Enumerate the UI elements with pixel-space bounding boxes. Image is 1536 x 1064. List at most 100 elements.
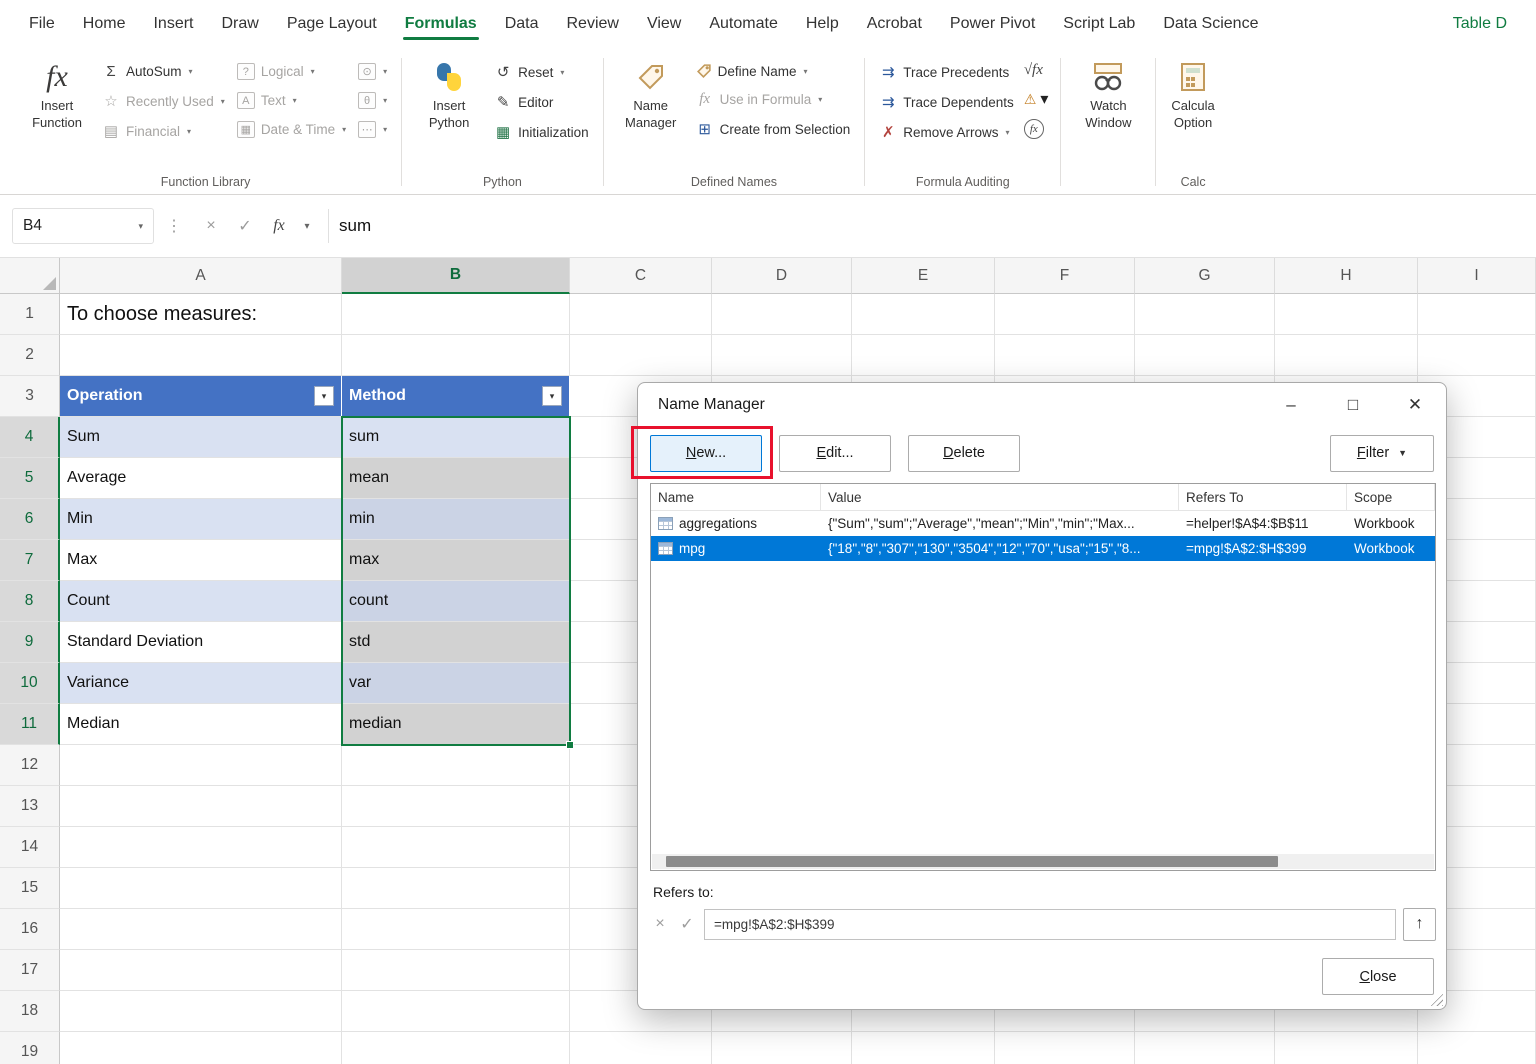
cell-a9[interactable]: Standard Deviation	[60, 622, 342, 663]
close-icon[interactable]: ✕	[1384, 383, 1446, 427]
show-formulas-button[interactable]: √fx	[1020, 57, 1053, 84]
row-header-13[interactable]: 13	[0, 786, 60, 827]
collapse-dialog-button[interactable]: ↑	[1403, 908, 1436, 941]
ribbon-tab-draw[interactable]: Draw	[208, 3, 271, 45]
cell-a16[interactable]	[60, 909, 342, 950]
cell-a4[interactable]: Sum	[60, 417, 342, 458]
cell-a7[interactable]: Max	[60, 540, 342, 581]
cell-a10[interactable]: Variance	[60, 663, 342, 704]
cell-d1[interactable]	[712, 294, 852, 335]
cell-a11[interactable]: Median	[60, 704, 342, 745]
row-header-17[interactable]: 17	[0, 950, 60, 991]
cell-b12[interactable]	[342, 745, 570, 786]
cell-b3[interactable]: Method▾	[342, 376, 570, 417]
filter-button[interactable]: ▾	[314, 386, 334, 406]
logical-button[interactable]: ? Logical ▾	[231, 57, 352, 86]
cell-b8[interactable]: count	[342, 581, 570, 622]
list-header-refers-to[interactable]: Refers To	[1179, 484, 1347, 510]
trace-dependents-button[interactable]: ⇉ Trace Dependents	[873, 87, 1020, 117]
cell-a17[interactable]	[60, 950, 342, 991]
scrollbar-thumb[interactable]	[666, 856, 1278, 867]
chevron-down-icon[interactable]: ▾	[296, 221, 318, 232]
formula-input[interactable]: sum	[339, 216, 371, 236]
lookup-reference-button[interactable]: ⊙ ▾	[352, 57, 393, 86]
error-checking-button[interactable]: ⚠ ▾	[1020, 84, 1053, 114]
text-button[interactable]: A Text ▾	[231, 86, 352, 115]
cell-b13[interactable]	[342, 786, 570, 827]
cell-a15[interactable]	[60, 868, 342, 909]
cell-f1[interactable]	[995, 294, 1135, 335]
create-from-selection-button[interactable]: ⊞ Create from Selection	[690, 114, 857, 144]
cell-h19[interactable]	[1275, 1032, 1418, 1064]
row-header-10[interactable]: 10	[0, 663, 60, 704]
cell-e19[interactable]	[852, 1032, 995, 1064]
name-box[interactable]: B4 ▾	[12, 208, 154, 244]
cell-b7[interactable]: max	[342, 540, 570, 581]
ribbon-tab-page-layout[interactable]: Page Layout	[274, 3, 390, 45]
cell-d19[interactable]	[712, 1032, 852, 1064]
list-header-scope[interactable]: Scope	[1347, 484, 1435, 510]
cell-b10[interactable]: var	[342, 663, 570, 704]
cell-b15[interactable]	[342, 868, 570, 909]
cell-a8[interactable]: Count	[60, 581, 342, 622]
row-header-16[interactable]: 16	[0, 909, 60, 950]
row-header-18[interactable]: 18	[0, 991, 60, 1032]
select-all-corner[interactable]	[0, 258, 60, 294]
cell-f2[interactable]	[995, 335, 1135, 376]
cell-b11[interactable]: median	[342, 704, 570, 745]
ribbon-tab-table-d[interactable]: Table D	[1440, 3, 1520, 45]
close-button[interactable]: Close	[1322, 958, 1434, 995]
cell-b16[interactable]	[342, 909, 570, 950]
ribbon-tab-help[interactable]: Help	[793, 3, 852, 45]
row-header-15[interactable]: 15	[0, 868, 60, 909]
column-header-c[interactable]: C	[570, 258, 712, 294]
name-manager-button[interactable]: Name Manager	[612, 54, 690, 134]
dialog-title-bar[interactable]: Name Manager – □ ✕	[638, 383, 1446, 427]
ribbon-tab-data-science[interactable]: Data Science	[1150, 3, 1271, 45]
minimize-icon[interactable]: –	[1260, 383, 1322, 427]
ribbon-tab-data[interactable]: Data	[492, 3, 552, 45]
row-header-12[interactable]: 12	[0, 745, 60, 786]
reset-button[interactable]: ↺ Reset ▾	[488, 57, 595, 87]
delete-button[interactable]: Delete	[908, 435, 1020, 472]
insert-python-button[interactable]: Insert Python	[410, 54, 488, 134]
cell-a12[interactable]	[60, 745, 342, 786]
cell-c2[interactable]	[570, 335, 712, 376]
cell-a6[interactable]: Min	[60, 499, 342, 540]
column-header-e[interactable]: E	[852, 258, 995, 294]
cell-b4[interactable]: sum	[342, 417, 570, 458]
list-header-value[interactable]: Value	[821, 484, 1179, 510]
recently-used-button[interactable]: ☆ Recently Used ▾	[96, 86, 231, 116]
ribbon-tab-review[interactable]: Review	[554, 3, 632, 45]
ribbon-tab-automate[interactable]: Automate	[696, 3, 790, 45]
insert-function-button[interactable]: fx Insert Function	[18, 54, 96, 134]
row-header-4[interactable]: 4	[0, 417, 60, 458]
ribbon-tab-power-pivot[interactable]: Power Pivot	[937, 3, 1048, 45]
cell-a3[interactable]: Operation▾	[60, 376, 342, 417]
define-name-button[interactable]: Define Name ▾	[690, 57, 857, 85]
row-header-1[interactable]: 1	[0, 294, 60, 335]
cancel-icon[interactable]: ×	[650, 915, 670, 933]
enter-formula-icon[interactable]: ✓	[228, 216, 262, 236]
name-box-dropdown-icon[interactable]: ▾	[138, 221, 143, 232]
ribbon-tab-view[interactable]: View	[634, 3, 694, 45]
column-header-b[interactable]: B	[342, 258, 570, 294]
ribbon-tab-insert[interactable]: Insert	[140, 3, 206, 45]
ribbon-tab-file[interactable]: File	[16, 3, 68, 45]
financial-button[interactable]: ▤ Financial ▾	[96, 116, 231, 146]
row-header-2[interactable]: 2	[0, 335, 60, 376]
cell-g2[interactable]	[1135, 335, 1275, 376]
editor-button[interactable]: ✎ Editor	[488, 87, 595, 117]
maximize-icon[interactable]: □	[1322, 383, 1384, 427]
cancel-formula-icon[interactable]: ×	[194, 217, 228, 235]
cell-a18[interactable]	[60, 991, 342, 1032]
ribbon-tab-formulas[interactable]: Formulas	[392, 3, 490, 45]
cell-c1[interactable]	[570, 294, 712, 335]
filter-button[interactable]: ▾	[542, 386, 562, 406]
list-header-name[interactable]: Name	[651, 484, 821, 510]
row-header-8[interactable]: 8	[0, 581, 60, 622]
evaluate-formula-button[interactable]: fx	[1020, 114, 1053, 144]
cell-b1[interactable]	[342, 294, 570, 335]
ribbon-tab-acrobat[interactable]: Acrobat	[854, 3, 935, 45]
row-header-19[interactable]: 19	[0, 1032, 60, 1064]
